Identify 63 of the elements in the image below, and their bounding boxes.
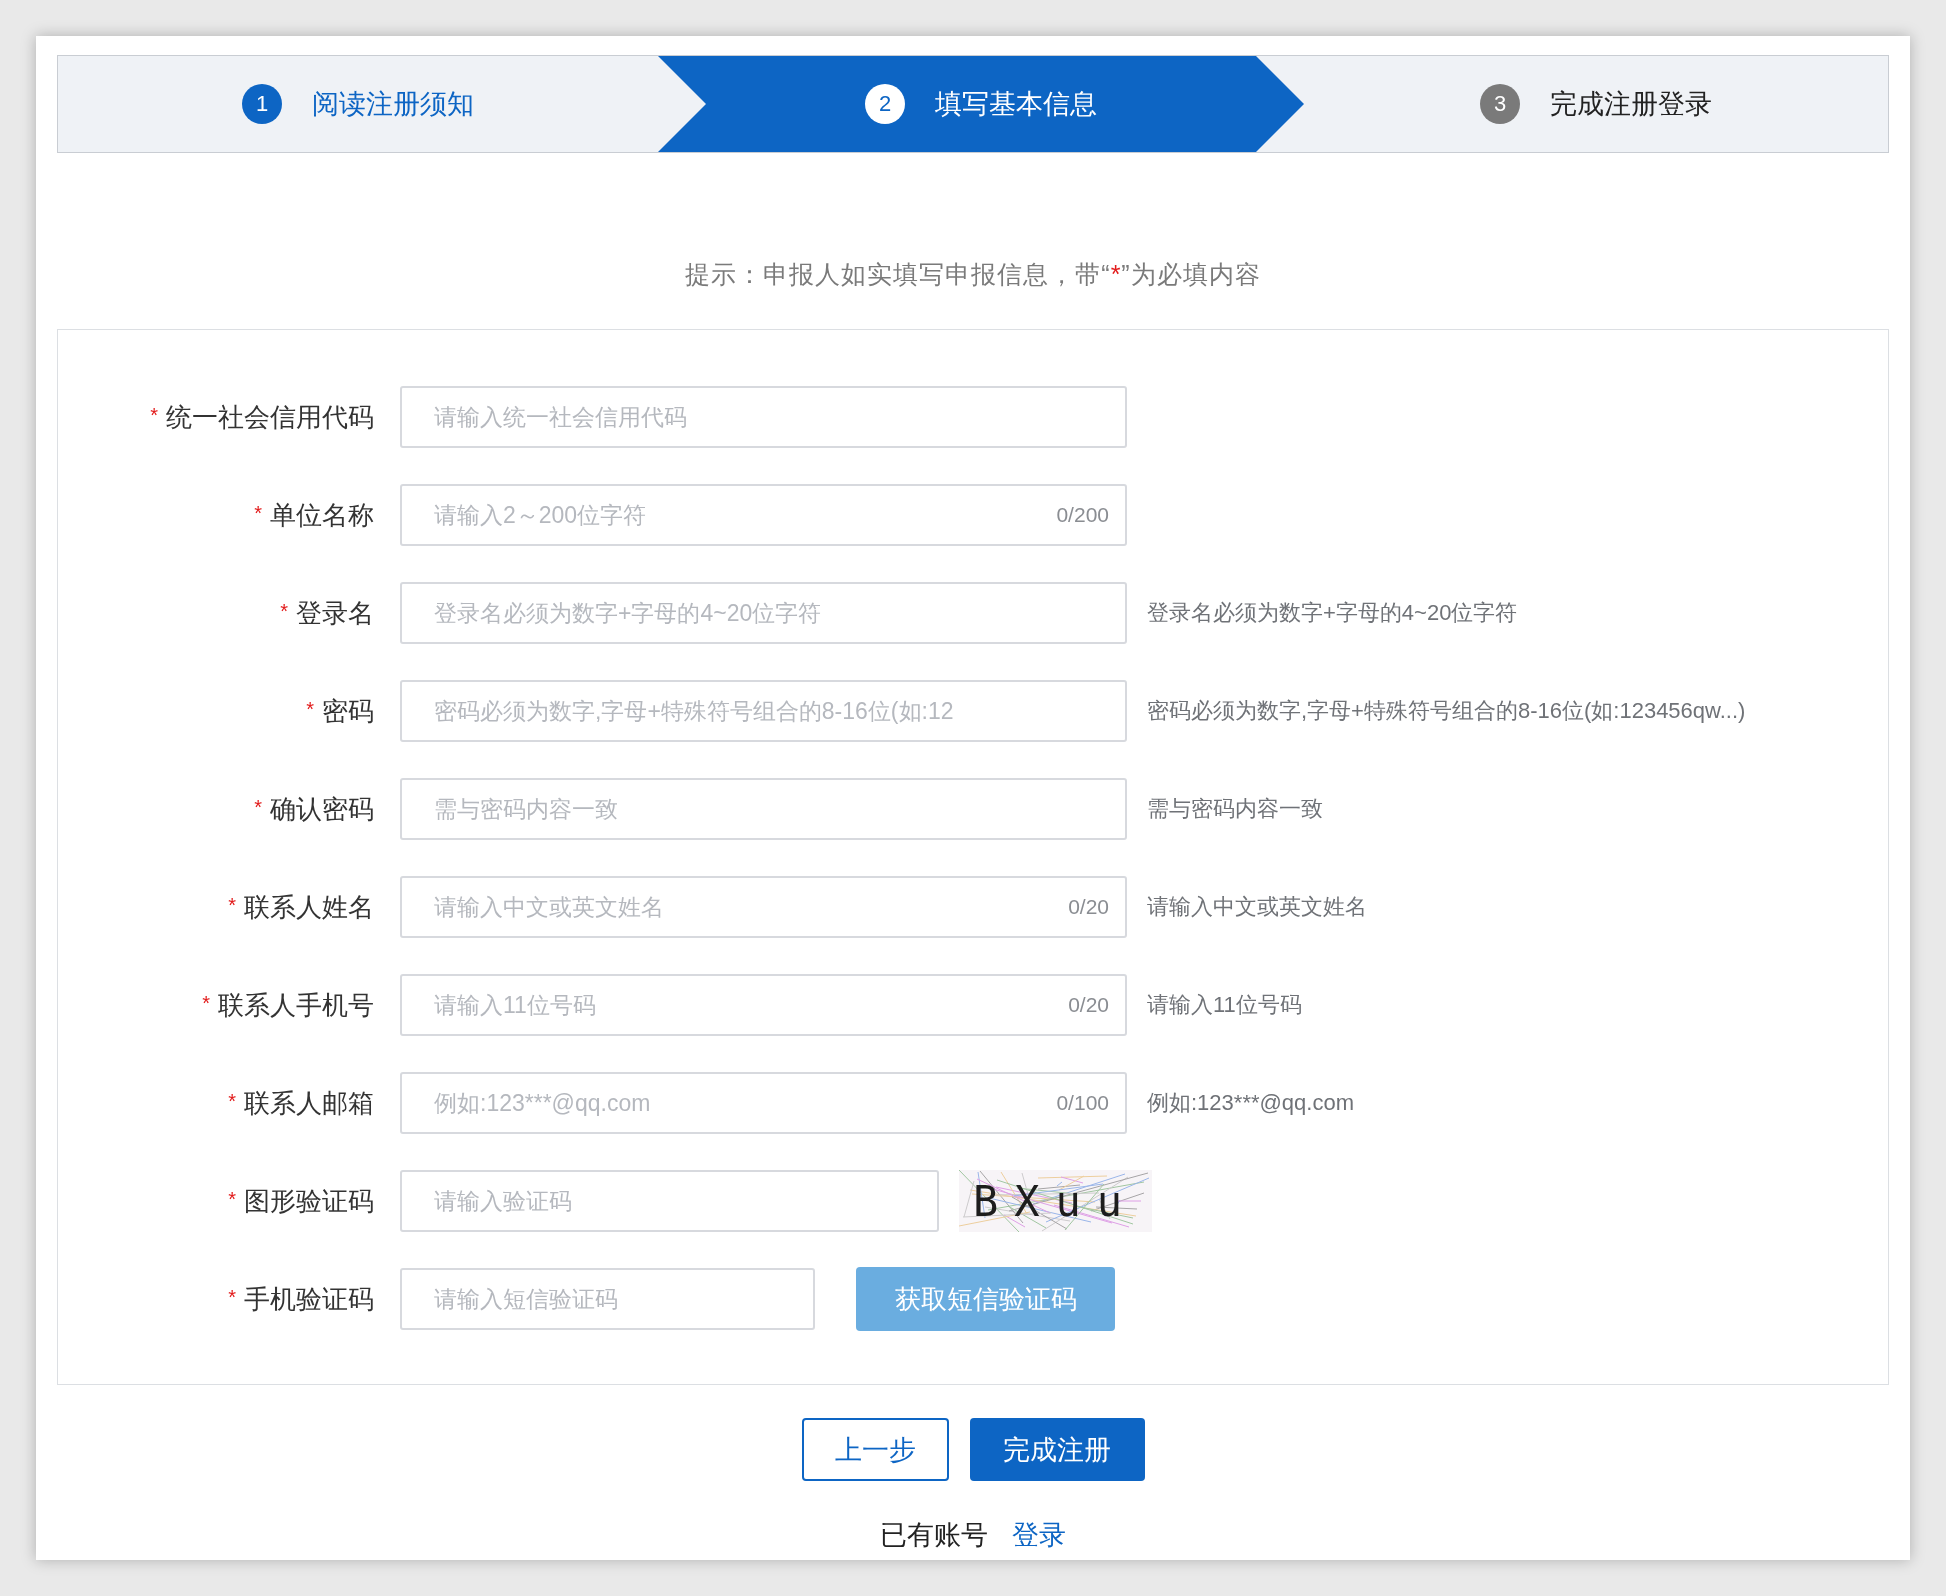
field-label: 统一社会信用代码 bbox=[166, 401, 374, 432]
step-label: 填写基本信息 bbox=[935, 88, 1097, 121]
text-field[interactable]: 登录名必须为数字+字母的4~20位字符 bbox=[400, 582, 1127, 644]
step-number: 3 bbox=[1480, 84, 1520, 124]
captcha-image[interactable]: BXuu bbox=[959, 1170, 1152, 1232]
submit-button[interactable]: 完成注册 bbox=[969, 1418, 1145, 1481]
input-field[interactable]: 请输入11位号码 bbox=[432, 990, 1061, 1020]
text-field[interactable]: 例如:123***@qq.com 0/100 bbox=[400, 1072, 1127, 1134]
step-label: 完成注册登录 bbox=[1550, 88, 1712, 121]
field-label: 确认密码 bbox=[270, 793, 374, 824]
required-mark: * bbox=[254, 501, 262, 524]
login-link[interactable]: 登录 bbox=[1012, 1517, 1066, 1553]
field-hint: 请输入11位号码 bbox=[1147, 991, 1302, 1019]
input-field[interactable]: 请输入验证码 bbox=[432, 1186, 921, 1216]
input-field[interactable]: 例如:123***@qq.com bbox=[432, 1088, 1049, 1118]
field-hint: 例如:123***@qq.com bbox=[1147, 1089, 1354, 1117]
text-field[interactable]: 需与密码内容一致 bbox=[400, 778, 1127, 840]
notice-text: 提示：申报人如实填写申报信息，带“*”为必填内容 bbox=[685, 259, 1261, 290]
field-label: 联系人姓名 bbox=[244, 891, 374, 922]
back-button[interactable]: 上一步 bbox=[801, 1418, 949, 1481]
get-code-button[interactable]: 获取短信验证码 bbox=[856, 1267, 1115, 1331]
input-field[interactable]: 登录名必须为数字+字母的4~20位字符 bbox=[432, 598, 1109, 628]
required-mark: * bbox=[228, 893, 236, 916]
required-mark: * bbox=[254, 795, 262, 818]
field-label: 手机验证码 bbox=[244, 1283, 374, 1314]
field-label: 单位名称 bbox=[270, 499, 374, 530]
text-field[interactable]: 请输入短信验证码 bbox=[400, 1268, 815, 1330]
field-hint: 请输入中文或英文姓名 bbox=[1147, 893, 1367, 921]
text-field[interactable]: 请输入统一社会信用代码 bbox=[400, 386, 1127, 448]
field-hint: 密码必须为数字,字母+特殊符号组合的8-16位(如:123456qw...) bbox=[1147, 697, 1746, 725]
required-mark: * bbox=[202, 991, 210, 1014]
field-label: 联系人邮箱 bbox=[244, 1087, 374, 1118]
field-label: 登录名 bbox=[296, 597, 374, 628]
required-mark: * bbox=[228, 1285, 236, 1308]
text-field[interactable]: 请输入2～200位字符 0/200 bbox=[400, 484, 1127, 546]
input-field[interactable]: 密码必须为数字,字母+特殊符号组合的8-16位(如:12 bbox=[432, 696, 1109, 726]
text-field[interactable]: 请输入中文或英文姓名 0/20 bbox=[400, 876, 1127, 938]
char-counter: 0/200 bbox=[1056, 503, 1109, 527]
char-counter: 0/20 bbox=[1068, 993, 1109, 1017]
required-mark: * bbox=[228, 1089, 236, 1112]
input-field[interactable]: 请输入短信验证码 bbox=[432, 1284, 797, 1314]
account-text: 已有账号 bbox=[880, 1519, 988, 1552]
required-mark: * bbox=[150, 403, 158, 426]
char-counter: 0/100 bbox=[1056, 1091, 1109, 1115]
input-field[interactable]: 请输入统一社会信用代码 bbox=[432, 402, 1109, 432]
text-field[interactable]: 请输入11位号码 0/20 bbox=[400, 974, 1127, 1036]
input-field[interactable]: 需与密码内容一致 bbox=[432, 794, 1109, 824]
step-number: 1 bbox=[242, 84, 282, 124]
text-field[interactable]: 密码必须为数字,字母+特殊符号组合的8-16位(如:12 bbox=[400, 680, 1127, 742]
required-mark: * bbox=[228, 1187, 236, 1210]
required-mark: * bbox=[306, 697, 314, 720]
char-counter: 0/20 bbox=[1068, 895, 1109, 919]
field-label: 密码 bbox=[322, 695, 374, 726]
required-mark: * bbox=[280, 599, 288, 622]
text-field[interactable]: 请输入验证码 bbox=[400, 1170, 939, 1232]
input-field[interactable]: 请输入中文或英文姓名 bbox=[432, 892, 1061, 922]
step-number: 2 bbox=[865, 84, 905, 124]
field-label: 图形验证码 bbox=[244, 1185, 374, 1216]
input-field[interactable]: 请输入2～200位字符 bbox=[432, 500, 1049, 530]
field-label: 联系人手机号 bbox=[218, 989, 374, 1020]
field-hint: 登录名必须为数字+字母的4~20位字符 bbox=[1147, 599, 1518, 627]
step-label: 阅读注册须知 bbox=[312, 88, 474, 121]
field-hint: 需与密码内容一致 bbox=[1147, 795, 1323, 823]
